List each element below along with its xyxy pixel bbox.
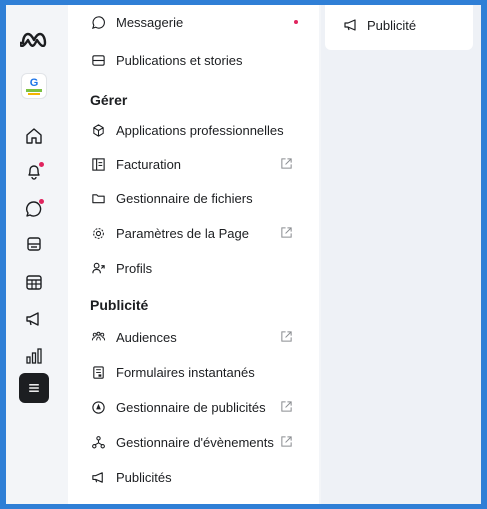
menu-item-messagerie[interactable]: Messagerie bbox=[90, 10, 310, 34]
chat-bubble-icon bbox=[90, 14, 106, 30]
meta-logo[interactable] bbox=[18, 25, 50, 53]
profile-icon bbox=[90, 260, 106, 276]
folder-icon bbox=[90, 190, 106, 206]
notifications-icon[interactable] bbox=[18, 157, 50, 185]
menu-item-parametres[interactable]: Paramètres de la Page bbox=[90, 221, 310, 245]
events-icon bbox=[90, 434, 106, 450]
menu-item-profils[interactable]: Profils bbox=[90, 256, 310, 280]
brand-avatar[interactable]: G bbox=[18, 72, 50, 100]
home-icon[interactable] bbox=[18, 122, 50, 150]
content-area: Publicité bbox=[321, 5, 481, 504]
section-header-publicite: Publicité bbox=[90, 297, 149, 313]
unread-badge bbox=[294, 20, 298, 24]
menu-item-label: Paramètres de la Page bbox=[116, 225, 249, 241]
menu-item-label: Applications professionnelles bbox=[116, 122, 284, 138]
menu-item-audiences[interactable]: Audiences bbox=[90, 325, 310, 349]
menu-item-label: Facturation bbox=[116, 156, 182, 172]
icon-rail: G bbox=[6, 5, 65, 504]
menu-item-label: Profils bbox=[116, 260, 153, 276]
ads-card: Publicité bbox=[325, 5, 473, 50]
form-icon bbox=[90, 364, 106, 380]
billing-icon bbox=[90, 156, 106, 172]
external-link-icon bbox=[280, 226, 294, 240]
menu-item-label: Publications et stories bbox=[116, 52, 243, 68]
menu-item-label: Gestionnaire d'évènements bbox=[116, 434, 274, 450]
menu-item-label: Messagerie bbox=[116, 14, 184, 30]
menu-item-evenements[interactable]: Gestionnaire d'évènements bbox=[90, 430, 310, 454]
calendar-icon[interactable] bbox=[18, 268, 50, 296]
section-header-gerer: Gérer bbox=[90, 92, 128, 108]
cube-icon bbox=[90, 122, 106, 138]
menu-item-publicites[interactable]: Publicités bbox=[90, 465, 310, 489]
chat-icon[interactable] bbox=[18, 195, 50, 223]
external-link-icon bbox=[280, 400, 294, 414]
menu-item-applications[interactable]: Applications professionnelles bbox=[90, 118, 310, 142]
card-item-publicite[interactable]: Publicité bbox=[343, 17, 416, 33]
card-item-label: Publicité bbox=[367, 17, 417, 33]
external-link-icon bbox=[280, 330, 294, 344]
menu-item-gestionnaire-pub[interactable]: Gestionnaire de publicités bbox=[90, 395, 310, 419]
menu-item-label: Publicités bbox=[116, 469, 172, 485]
external-link-icon bbox=[280, 157, 294, 171]
menu-item-facturation[interactable]: Facturation bbox=[90, 152, 310, 176]
audiences-icon bbox=[90, 329, 106, 345]
insights-icon[interactable] bbox=[18, 342, 50, 370]
menu-item-fichiers[interactable]: Gestionnaire de fichiers bbox=[90, 186, 310, 210]
menu-item-label: Formulaires instantanés bbox=[116, 364, 255, 380]
posts-icon bbox=[90, 52, 106, 68]
menu-item-label: Gestionnaire de fichiers bbox=[116, 190, 253, 206]
megaphone-icon bbox=[344, 19, 356, 31]
ads-manager-icon bbox=[90, 399, 106, 415]
external-link-icon bbox=[280, 435, 294, 449]
menu-item-formulaires[interactable]: Formulaires instantanés bbox=[90, 360, 310, 384]
gear-icon bbox=[90, 225, 106, 241]
menu-item-label: Gestionnaire de publicités bbox=[116, 399, 266, 415]
app-frame: G Messagerie Publications et stories Gér… bbox=[6, 5, 481, 504]
menu-item-publications[interactable]: Publications et stories bbox=[90, 48, 310, 72]
menu-panel: Messagerie Publications et stories Gérer… bbox=[68, 5, 319, 504]
ads-megaphone-icon[interactable] bbox=[18, 305, 50, 333]
menu-icon[interactable] bbox=[18, 373, 50, 403]
megaphone-icon bbox=[90, 469, 106, 485]
menu-item-label: Audiences bbox=[116, 329, 177, 345]
posts-icon[interactable] bbox=[18, 230, 50, 258]
